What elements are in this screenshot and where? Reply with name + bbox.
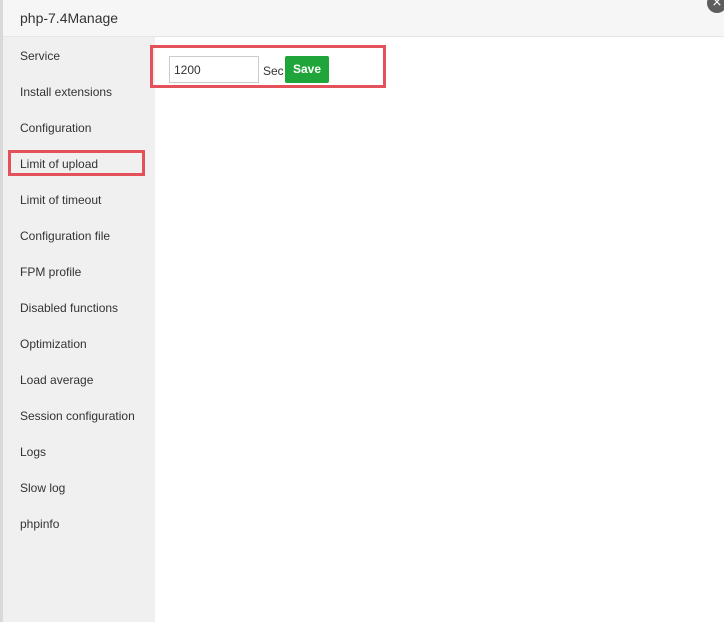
sidebar-item-phpinfo[interactable]: phpinfo [3, 505, 155, 541]
sidebar-item-install-extensions[interactable]: Install extensions [3, 73, 155, 109]
sidebar-item-label: FPM profile [20, 265, 82, 279]
sidebar-item-label: Slow log [20, 481, 66, 495]
timeout-input[interactable] [169, 56, 259, 83]
sidebar-item-label: Load average [20, 373, 94, 387]
dialog-titlebar: php-7.4Manage [3, 0, 724, 37]
sidebar-item-limit-of-timeout[interactable]: Limit of timeout [3, 181, 155, 217]
sidebar-item-service[interactable]: Service [3, 37, 155, 73]
sidebar-item-label: Session configuration [20, 409, 135, 423]
timeout-unit-label: Sec [263, 64, 284, 78]
sidebar-item-optimization[interactable]: Optimization [3, 325, 155, 361]
sidebar-item-logs[interactable]: Logs [3, 433, 155, 469]
sidebar-item-fpm-profile[interactable]: FPM profile [3, 253, 155, 289]
sidebar-item-label: Disabled functions [20, 301, 119, 315]
sidebar-item-session-configuration[interactable]: Session configuration [3, 397, 155, 433]
sidebar-item-configuration-file[interactable]: Configuration file [3, 217, 155, 253]
sidebar-item-label: Configuration [20, 121, 92, 135]
active-item-highlight [8, 150, 145, 176]
dialog-title: php-7.4Manage [20, 10, 119, 26]
sidebar-item-label: Install extensions [20, 85, 113, 99]
sidebar-item-label: Optimization [20, 337, 87, 351]
php-manage-dialog: php-7.4Manage × Service Install extensio… [0, 0, 724, 622]
sidebar-item-label: Logs [20, 445, 47, 459]
sidebar-item-label: phpinfo [20, 517, 60, 531]
settings-sidebar: Service Install extensions Configuration… [3, 37, 155, 622]
sidebar-item-disabled-functions[interactable]: Disabled functions [3, 289, 155, 325]
sidebar-item-label: Service [20, 49, 61, 63]
sidebar-item-load-average[interactable]: Load average [3, 361, 155, 397]
sidebar-item-label: Limit of timeout [20, 193, 102, 207]
sidebar-item-configuration[interactable]: Configuration [3, 109, 155, 145]
sidebar-item-label: Configuration file [20, 229, 111, 243]
content-panel [155, 37, 724, 622]
save-button[interactable]: Save [285, 56, 329, 83]
sidebar-item-slow-log[interactable]: Slow log [3, 469, 155, 505]
